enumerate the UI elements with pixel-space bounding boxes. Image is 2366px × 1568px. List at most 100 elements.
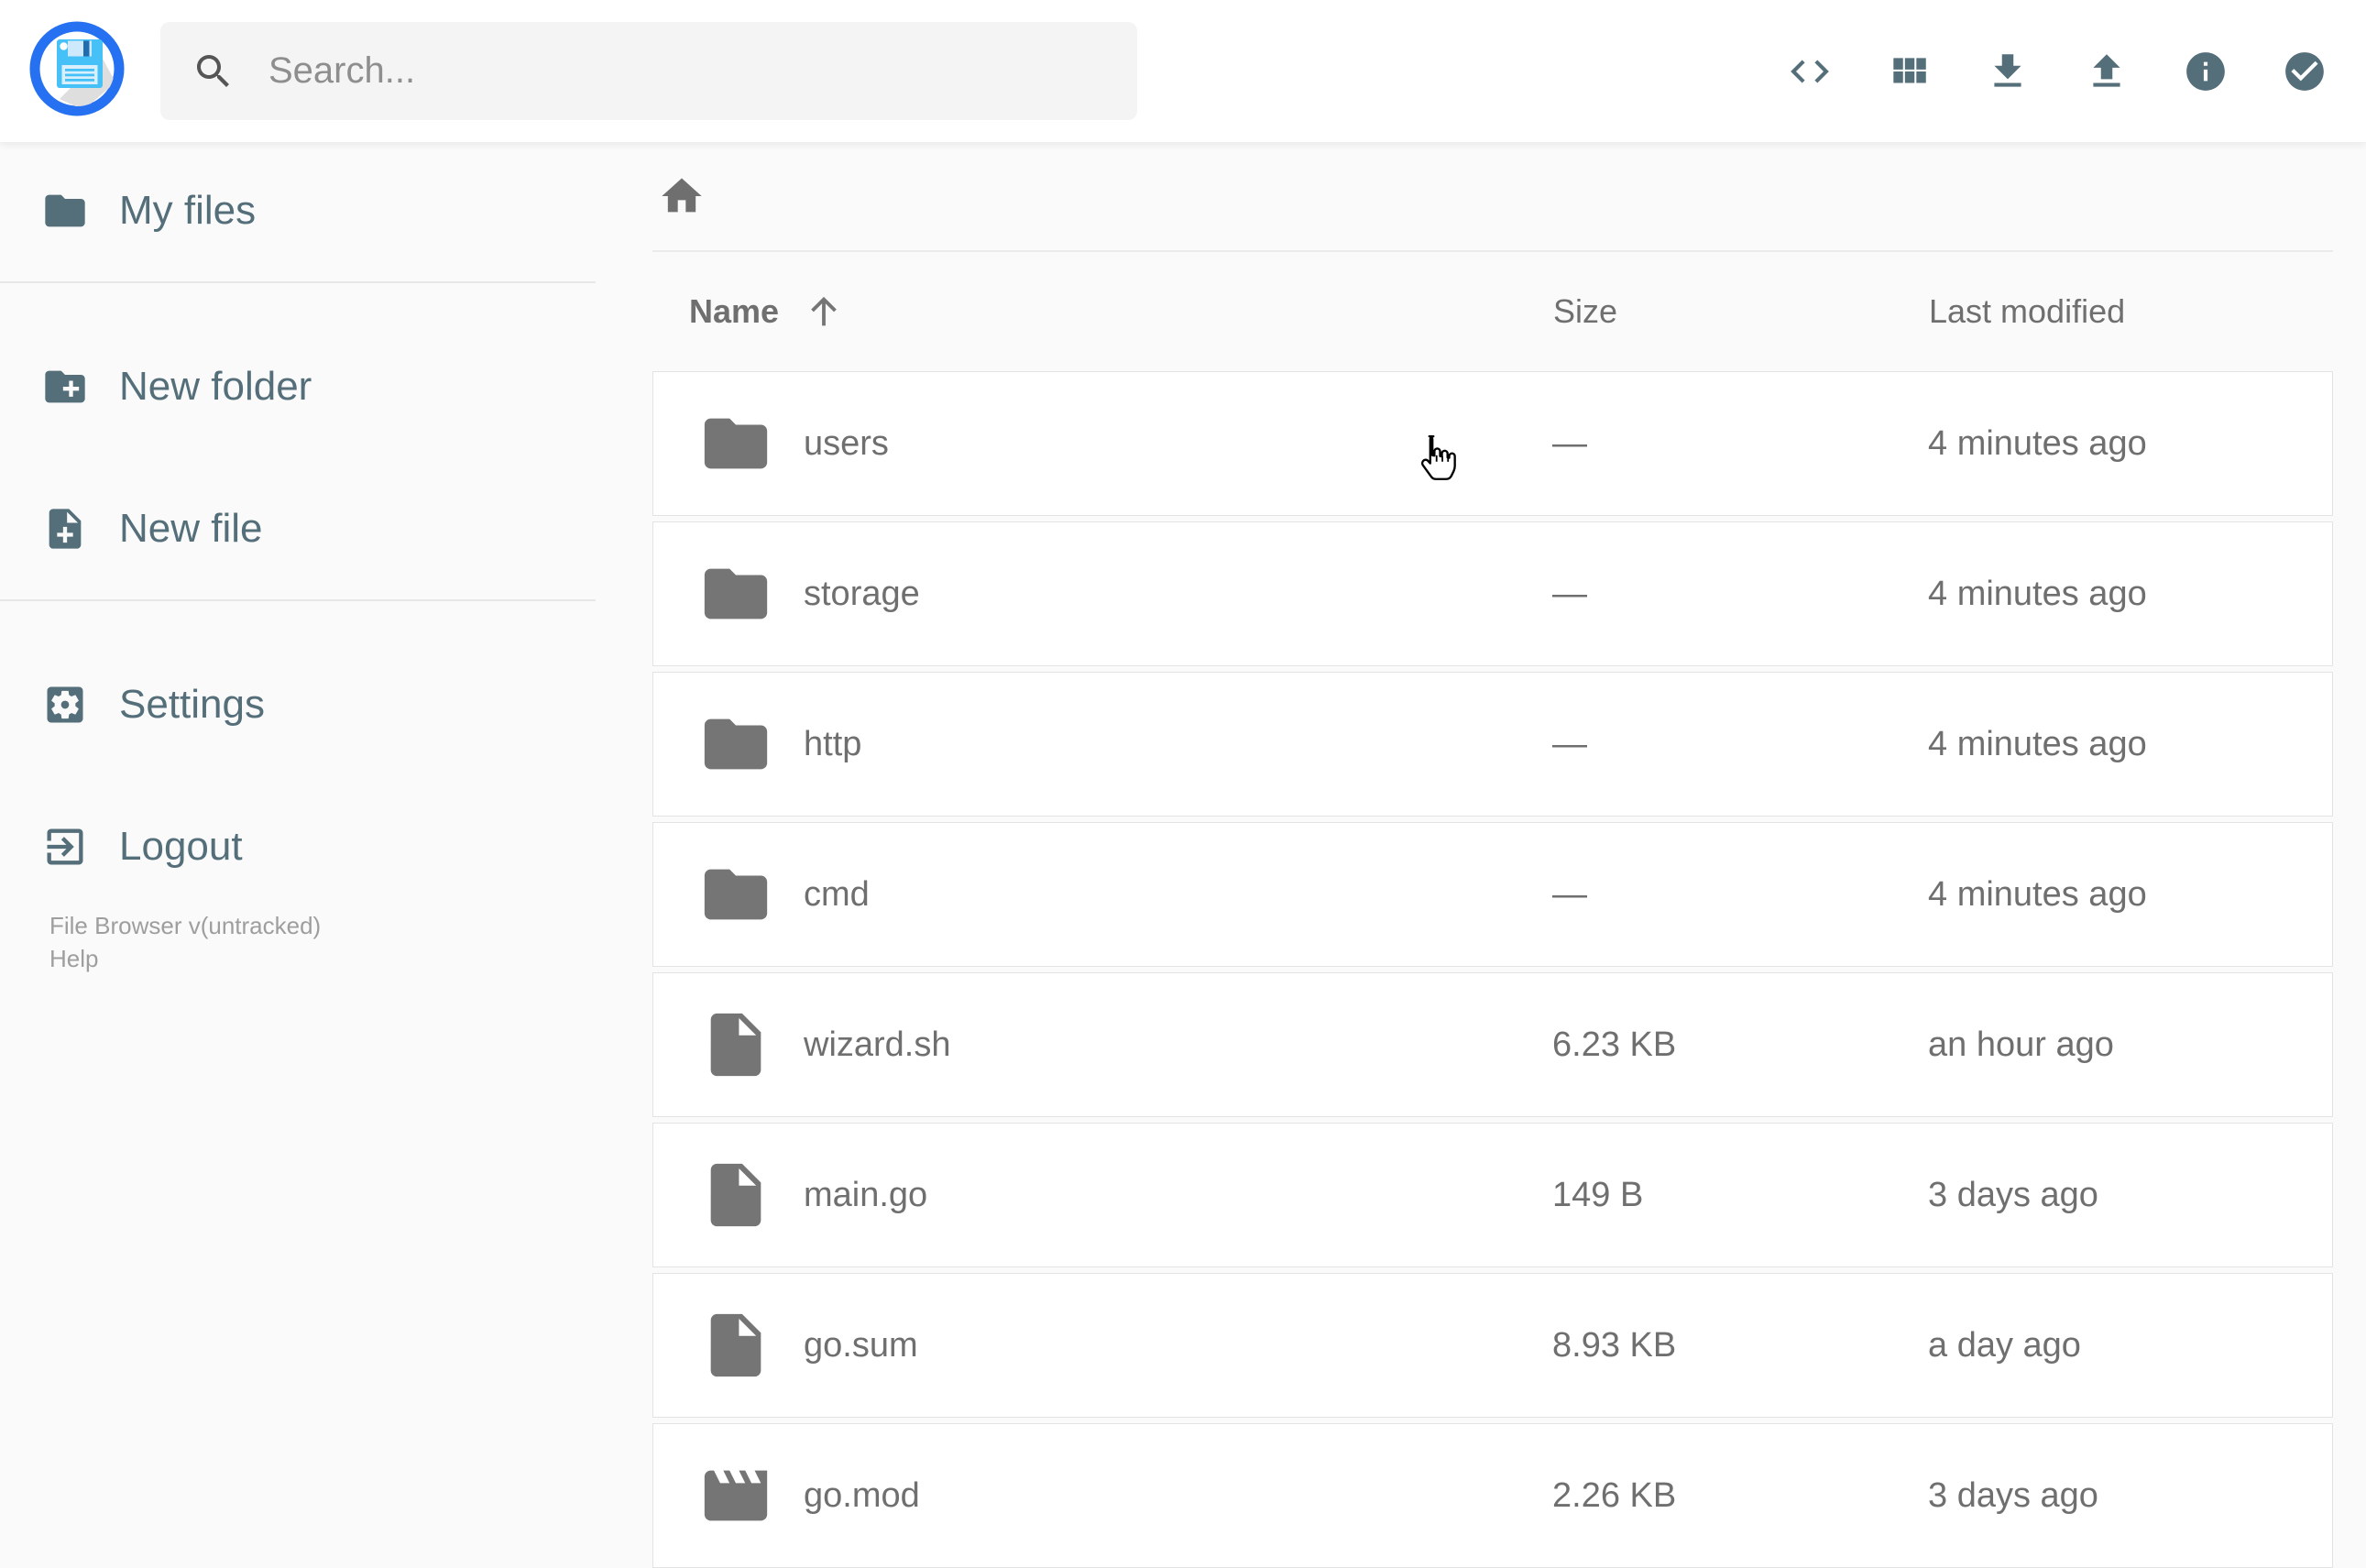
file-name-text: go.sum <box>804 1325 918 1365</box>
column-header-name[interactable]: Name <box>652 291 1553 333</box>
file-name-text: users <box>804 423 889 463</box>
file-row-name-cell: main.go <box>653 1157 1552 1233</box>
sidebar-item-new-file-label: New file <box>119 506 263 551</box>
file-row-name-cell: wizard.sh <box>653 1007 1552 1082</box>
check-circle-icon <box>2285 51 2324 91</box>
folder-icon <box>698 857 773 932</box>
header-actions <box>1787 0 2328 142</box>
breadcrumb <box>652 142 2333 252</box>
file-row-go.mod[interactable]: go.mod 2.26 KB 3 days ago <box>652 1423 2333 1568</box>
download-button[interactable] <box>1985 49 2031 94</box>
top-header-bar <box>0 0 2366 142</box>
file-row-go.sum[interactable]: go.sum 8.93 KB a day ago <box>652 1273 2333 1418</box>
column-header-modified[interactable]: Last modified <box>1929 292 2333 331</box>
home-icon <box>662 178 702 213</box>
file-size-text: — <box>1552 574 1587 613</box>
file-row-name-cell: storage <box>653 556 1552 631</box>
file-modified-text: a day ago <box>1928 1325 2081 1365</box>
folder-icon <box>704 869 768 920</box>
movie-icon <box>704 1470 768 1521</box>
file-row-name-cell: http <box>653 707 1552 782</box>
app-version-text: File Browser v(untracked) <box>49 912 322 939</box>
folder-icon <box>704 568 768 620</box>
sidebar-item-settings[interactable]: Settings <box>0 668 596 741</box>
file-row-cmd[interactable]: cmd — 4 minutes ago <box>652 822 2333 967</box>
breadcrumb-home-button[interactable] <box>658 172 706 220</box>
file-row-wizard.sh[interactable]: wizard.sh 6.23 KB an hour ago <box>652 972 2333 1117</box>
file-name-text: main.go <box>804 1175 928 1214</box>
file-size-text: — <box>1552 874 1587 914</box>
upload-icon <box>2093 53 2120 87</box>
file-icon <box>710 1163 761 1227</box>
file-icon <box>698 1308 773 1383</box>
sidebar-item-my-files[interactable]: My files <box>0 174 596 247</box>
sidebar-item-new-file[interactable]: New file <box>0 492 596 565</box>
sidebar-item-new-folder-label: New folder <box>119 364 312 409</box>
file-modified-text: 3 days ago <box>1928 1475 2098 1515</box>
file-modified-text: 4 minutes ago <box>1928 874 2147 914</box>
main-content: Name Size Last modified users — 4 minutes … <box>652 142 2333 1568</box>
file-size-text: — <box>1552 423 1587 463</box>
file-browser-logo[interactable] <box>27 18 127 119</box>
logout-icon <box>47 828 83 865</box>
file-modified-text: 4 minutes ago <box>1928 724 2147 763</box>
shell-toggle-button[interactable] <box>1787 49 1833 94</box>
folder-icon <box>704 718 768 770</box>
sort-arrow-up-icon <box>811 296 837 326</box>
file-icon <box>710 1313 761 1377</box>
settings-icon <box>47 686 83 723</box>
download-icon <box>1994 53 2021 87</box>
file-row-name-cell: go.sum <box>653 1308 1552 1383</box>
folder-icon <box>698 406 773 481</box>
file-name-text: wizard.sh <box>804 1025 951 1064</box>
file-name-text: cmd <box>804 874 870 914</box>
help-link[interactable]: Help <box>49 942 98 975</box>
file-size-text: 6.23 KB <box>1552 1025 1677 1064</box>
file-modified-text: an hour ago <box>1928 1025 2114 1064</box>
folder-icon <box>704 418 768 469</box>
file-row-main.go[interactable]: main.go 149 B 3 days ago <box>652 1123 2333 1267</box>
sidebar-item-logout[interactable]: Logout <box>0 810 596 883</box>
floppy-disk-logo-icon <box>29 21 125 116</box>
search-bar[interactable] <box>160 22 1137 120</box>
sidebar-divider <box>0 247 596 350</box>
select-multiple-button[interactable] <box>2282 49 2328 94</box>
file-row-http[interactable]: http — 4 minutes ago <box>652 672 2333 817</box>
sidebar-item-my-files-label: My files <box>119 188 257 233</box>
file-row-name-cell: go.mod <box>653 1458 1552 1533</box>
search-input[interactable] <box>267 49 1106 93</box>
file-name-text: http <box>804 724 862 763</box>
new-folder-icon <box>45 370 85 403</box>
switch-view-button[interactable] <box>1886 49 1932 94</box>
file-modified-text: 4 minutes ago <box>1928 423 2147 463</box>
file-listing: users — 4 minutes ago storage — 4 minutes ago… <box>652 371 2333 1568</box>
new-file-icon <box>49 509 82 549</box>
info-button[interactable] <box>2183 49 2229 94</box>
file-row-users[interactable]: users — 4 minutes ago <box>652 371 2333 516</box>
info-icon <box>2186 51 2225 91</box>
file-icon <box>698 1007 773 1082</box>
file-row-storage[interactable]: storage — 4 minutes ago <box>652 521 2333 666</box>
listing-column-headers: Name Size Last modified <box>652 252 2333 371</box>
column-header-name-label: Name <box>689 292 780 330</box>
sidebar-item-new-folder[interactable]: New folder <box>0 350 596 423</box>
file-size-text: 149 B <box>1552 1175 1644 1214</box>
folder-icon <box>698 556 773 631</box>
sidebar: My files New folder New file Settings Logout <box>0 142 596 883</box>
file-size-text: — <box>1552 724 1587 763</box>
file-size-text: 2.26 KB <box>1552 1475 1677 1515</box>
page: { "app": { "name": "File Browser", "vers… <box>0 0 2366 1568</box>
file-icon <box>710 1013 761 1077</box>
folder-icon <box>45 194 85 227</box>
search-icon <box>197 54 229 87</box>
file-name-text: go.mod <box>804 1475 920 1515</box>
column-header-size[interactable]: Size <box>1553 292 1929 331</box>
sidebar-divider <box>0 565 596 668</box>
movie-icon <box>698 1458 773 1533</box>
file-modified-text: 4 minutes ago <box>1928 574 2147 613</box>
file-row-name-cell: cmd <box>653 857 1552 932</box>
sidebar-item-logout-label: Logout <box>119 824 243 869</box>
upload-button[interactable] <box>2084 49 2130 94</box>
